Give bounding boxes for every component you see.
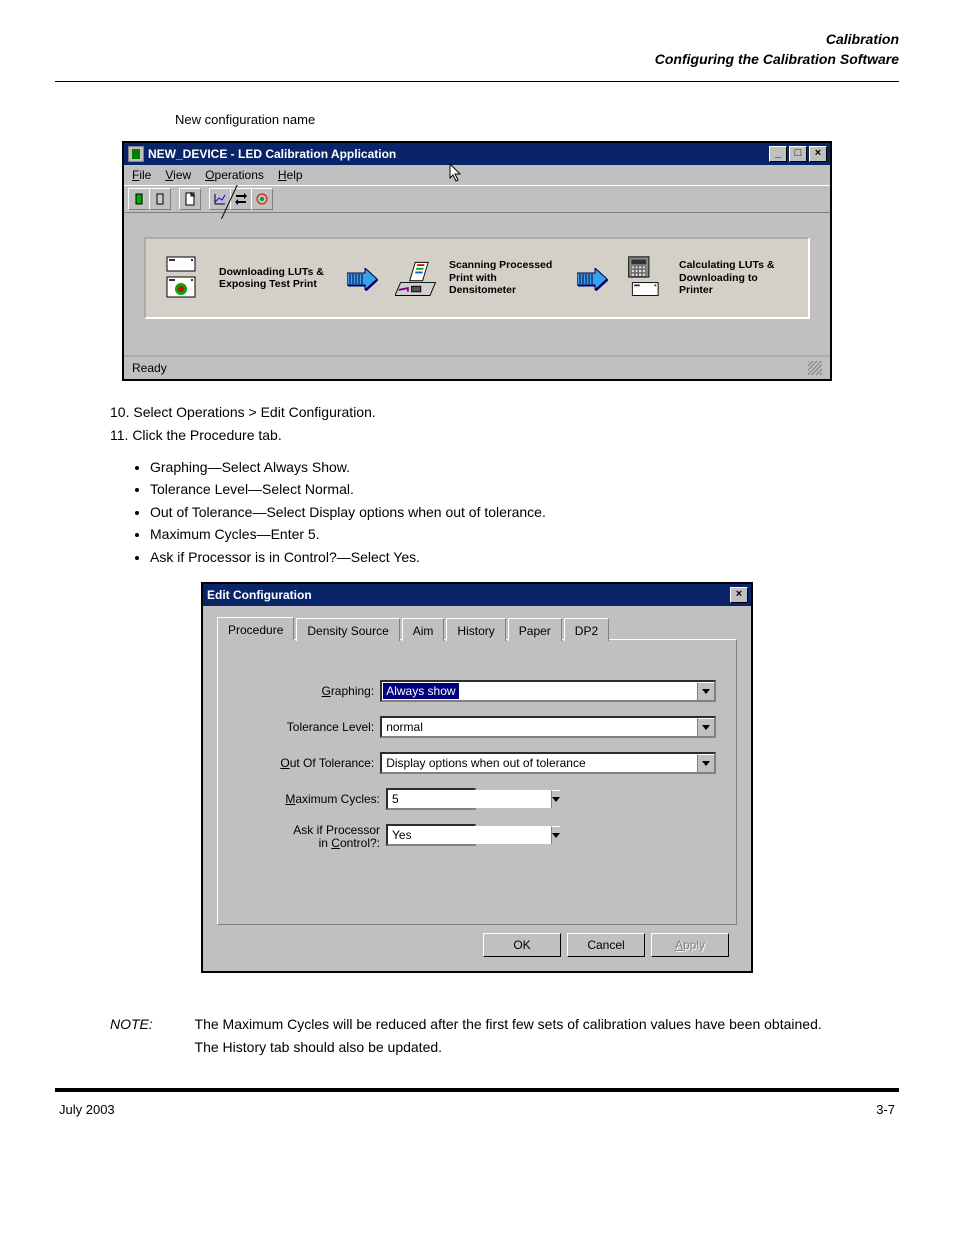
footer-left: July 2003 (59, 1102, 115, 1117)
tool-graph-icon[interactable] (209, 188, 231, 210)
row-max-cycles: Maximum Cycles: (238, 788, 716, 810)
label-graphing: Graphing: (238, 684, 380, 698)
close-button[interactable]: × (809, 146, 827, 162)
row-out-of-tolerance: Out Of Tolerance: (238, 752, 716, 774)
stage-2-icon (395, 255, 441, 301)
tab-history[interactable]: History (446, 618, 505, 641)
apply-button: Apply (651, 933, 729, 957)
stage-2-text: Scanning Processed Print with Densitomet… (449, 259, 559, 297)
ok-button[interactable]: OK (483, 933, 561, 957)
combo-max-cycles[interactable] (386, 788, 476, 810)
bullet-list: Graphing—Select Always Show. Tolerance L… (150, 456, 844, 568)
note-text: The Maximum Cycles will be reduced after… (195, 1013, 844, 1058)
stage-1: Downloading LUTs & Exposing Test Print (165, 255, 329, 301)
combo-graphing-value: Always show (383, 683, 458, 699)
step-11: 11. Click the Procedure tab. (110, 424, 844, 446)
cancel-button[interactable]: Cancel (567, 933, 645, 957)
row-graphing: Graphing: Always show (238, 680, 716, 702)
stage-1-icon (165, 255, 211, 301)
header-line2: Configuring the Calibration Software (55, 50, 899, 70)
stage-2: Scanning Processed Print with Densitomet… (395, 255, 559, 301)
dialog-close-button[interactable]: × (730, 587, 748, 603)
note-label: NOTE: (110, 1013, 177, 1058)
tab-aim[interactable]: Aim (402, 618, 445, 641)
arrow-2-icon (577, 268, 607, 288)
instruction-text: 10. Select Operations > Edit Configurati… (110, 401, 844, 568)
menu-bar: File View Operations Help (124, 165, 830, 185)
edit-configuration-dialog: Edit Configuration × Procedure Density S… (201, 582, 753, 973)
note-block: NOTE: The Maximum Cycles will be reduced… (55, 1003, 899, 1058)
dialog-title-bar: Edit Configuration × (203, 584, 751, 606)
dialog-button-row: OK Cancel Apply (203, 925, 751, 971)
minimize-button[interactable]: _ (769, 146, 787, 162)
page-footer: July 2003 3-7 (55, 1102, 899, 1117)
menu-view[interactable]: View (165, 168, 191, 182)
footer-rule (55, 1088, 899, 1092)
status-bar: Ready (124, 355, 830, 379)
menu-file[interactable]: File (132, 168, 151, 182)
title-bar: NEW_DEVICE - LED Calibration Application… (124, 143, 830, 165)
tab-panel: Graphing: Always show Tolerance Level: O… (217, 639, 737, 925)
main-window: NEW_DEVICE - LED Calibration Application… (122, 141, 832, 381)
label-tolerance: Tolerance Level: (238, 720, 380, 734)
combo-tolerance[interactable] (380, 716, 716, 738)
arrow-1-icon (347, 268, 377, 288)
row-ask-processor: Ask if Processorin Control?: (238, 824, 716, 850)
step-10: 10. Select Operations > Edit Configurati… (110, 401, 844, 423)
tool-document-icon[interactable] (179, 188, 201, 210)
dialog-title: Edit Configuration (207, 588, 730, 602)
footer-right: 3-7 (876, 1102, 895, 1117)
process-row: Downloading LUTs & Exposing Test Print (144, 237, 810, 319)
tab-procedure[interactable]: Procedure (217, 617, 294, 640)
tool-target-icon[interactable] (251, 188, 273, 210)
bullet-item: Ask if Processor is in Control?—Select Y… (150, 546, 844, 568)
menu-operations[interactable]: Operations (205, 168, 264, 182)
label-max-cycles: Maximum Cycles: (238, 792, 386, 806)
label-oot: Out Of Tolerance: (238, 756, 380, 770)
system-menu-icon[interactable] (128, 146, 144, 162)
dropdown-arrow-icon[interactable] (697, 682, 714, 700)
tab-strip: Procedure Density Source Aim History Pap… (217, 616, 737, 639)
label-ask-processor: Ask if Processorin Control?: (238, 824, 386, 850)
resize-grip-icon[interactable] (808, 361, 822, 375)
window-title: NEW_DEVICE - LED Calibration Application (148, 147, 769, 161)
status-text: Ready (132, 361, 167, 375)
dropdown-arrow-icon[interactable] (551, 790, 560, 808)
cursor-icon (449, 163, 465, 186)
combo-max-cycles-value[interactable] (388, 790, 551, 808)
stage-1-text: Downloading LUTs & Exposing Test Print (219, 266, 329, 291)
tab-paper[interactable]: Paper (508, 618, 562, 641)
bullet-item: Tolerance Level—Select Normal. (150, 478, 844, 500)
header-line1: Calibration (55, 30, 899, 50)
stage-3-icon (625, 255, 671, 301)
row-tolerance: Tolerance Level: (238, 716, 716, 738)
menu-help[interactable]: Help (278, 168, 303, 182)
dropdown-arrow-icon[interactable] (551, 826, 560, 844)
dropdown-arrow-icon[interactable] (697, 718, 714, 736)
bullet-item: Maximum Cycles—Enter 5. (150, 523, 844, 545)
page-header: Calibration Configuring the Calibration … (55, 30, 899, 69)
dropdown-arrow-icon[interactable] (697, 754, 714, 772)
combo-tolerance-value[interactable] (382, 718, 697, 736)
stage-3-text: Calculating LUTs & Downloading to Printe… (679, 259, 789, 297)
tab-density-source[interactable]: Density Source (296, 618, 399, 641)
bullet-item: Out of Tolerance—Select Display options … (150, 501, 844, 523)
process-area: Downloading LUTs & Exposing Test Print (124, 213, 830, 355)
stage-3: Calculating LUTs & Downloading to Printe… (625, 255, 789, 301)
tool-icon-1[interactable] (128, 188, 150, 210)
tab-dp2[interactable]: DP2 (564, 618, 609, 641)
maximize-button[interactable]: □ (789, 146, 807, 162)
pointer-label: New configuration name (175, 112, 899, 127)
combo-oot-value[interactable] (382, 754, 697, 772)
header-rule (55, 81, 899, 82)
tool-icon-2[interactable] (149, 188, 171, 210)
combo-ask-processor[interactable] (386, 824, 476, 846)
combo-oot[interactable] (380, 752, 716, 774)
combo-ask-processor-value[interactable] (388, 826, 551, 844)
combo-graphing[interactable]: Always show (380, 680, 716, 702)
bullet-item: Graphing—Select Always Show. (150, 456, 844, 478)
